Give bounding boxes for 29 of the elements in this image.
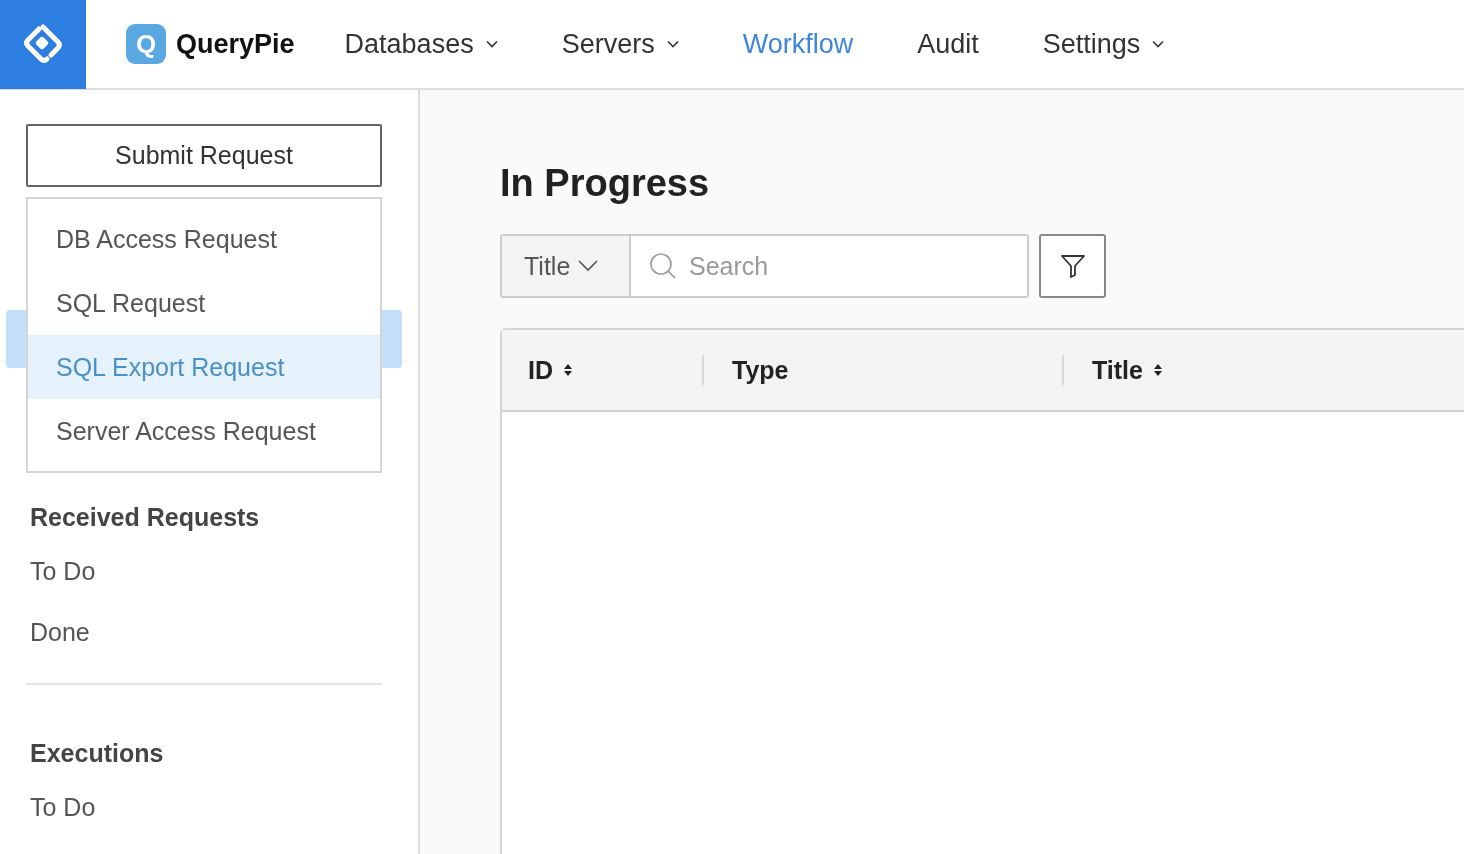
menu-item[interactable]: Server Access Request (28, 399, 380, 463)
nav-menu-item[interactable]: Audit (917, 28, 979, 60)
column-header[interactable]: ID (502, 355, 702, 385)
section-heading: Received Requests (29, 502, 261, 533)
app-logo[interactable] (0, 0, 86, 89)
sort-icon (563, 362, 573, 378)
column-header[interactable]: Title (1062, 355, 1163, 385)
sort-icon (1152, 362, 1163, 378)
menu-item[interactable]: DB Access Request (28, 207, 380, 271)
brand-name: QueryPie (176, 28, 295, 60)
sidebar-item[interactable]: To Do (26, 785, 382, 846)
nav-menu-item[interactable]: Servers (561, 28, 679, 60)
brand-badge: Q (126, 24, 166, 64)
chevron-down-icon (485, 40, 498, 48)
filter-icon (1059, 253, 1086, 279)
section-heading: Executions (29, 738, 165, 769)
nav-menu-item[interactable]: Settings (1042, 28, 1165, 60)
sidebar-item[interactable]: To Do (26, 549, 382, 610)
column-header[interactable]: Type (702, 355, 1062, 385)
logo-icon (21, 22, 65, 66)
nav-menu-item[interactable]: Workflow (742, 28, 854, 60)
chevron-down-icon (666, 40, 679, 48)
sidebar-item[interactable]: Done (26, 610, 382, 671)
chevron-down-icon (1152, 40, 1165, 48)
page-title: In Progress (500, 161, 711, 206)
submit-request-button[interactable]: Submit Request (26, 124, 382, 187)
nav-menu-item[interactable]: Databases (344, 28, 498, 60)
menu-item[interactable]: SQL Request (28, 271, 380, 335)
filter-button[interactable] (1039, 234, 1106, 298)
